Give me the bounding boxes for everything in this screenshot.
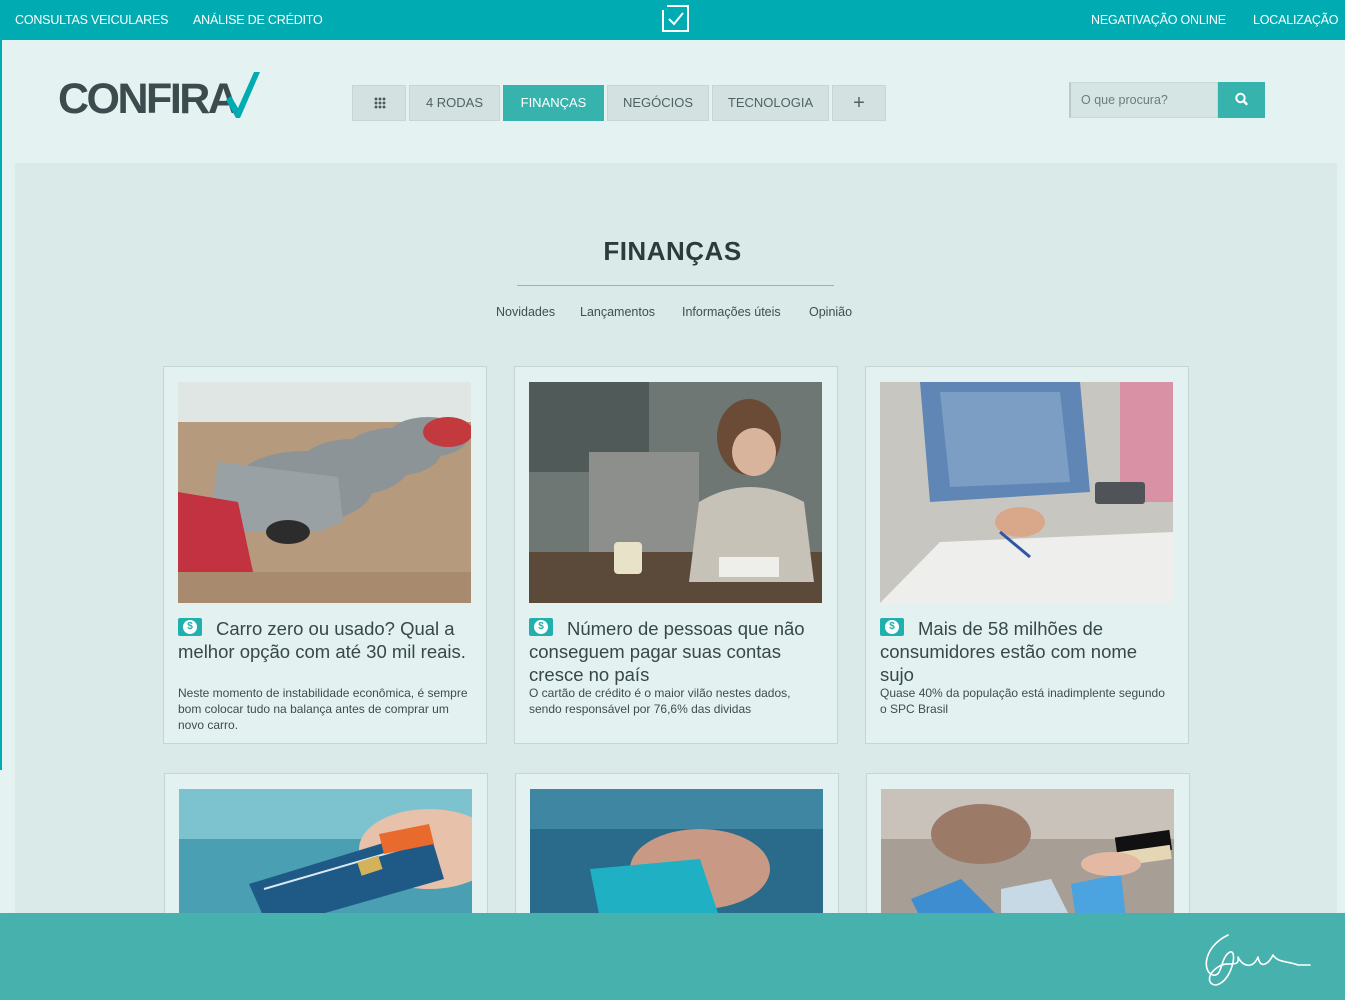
section-title: FINANÇAS <box>603 236 742 266</box>
left-accent-line <box>0 40 2 770</box>
article-card[interactable]: $ Número de pessoas que não conseguem pa… <box>514 366 838 744</box>
article-card[interactable]: $ Carro zero ou usado? Qual a melhor opç… <box>163 366 487 744</box>
shopping-bags-card-photo[interactable] <box>881 789 1174 919</box>
article-card[interactable] <box>866 773 1190 933</box>
stressed-woman-bills-photo[interactable] <box>529 382 822 603</box>
article-card[interactable] <box>164 773 488 933</box>
subnav-informacoes-uteis[interactable]: Informações úteis <box>682 305 781 319</box>
grid-menu-icon <box>374 97 386 109</box>
credit-card-hand-photo[interactable] <box>179 789 472 919</box>
card-payment-photo[interactable] <box>530 789 823 919</box>
title-divider <box>517 285 834 286</box>
article-description: Neste momento de instabilidade econômica… <box>178 686 468 732</box>
search-input[interactable] <box>1069 82 1218 118</box>
subnav-novidades[interactable]: Novidades <box>496 305 555 319</box>
article-card[interactable] <box>515 773 839 933</box>
nav-tecnologia[interactable]: TECNOLOGIA <box>712 85 829 121</box>
top-bar: CONSULTAS VEICULARES ANÁLISE DE CRÉDITO … <box>0 0 1345 40</box>
article-title[interactable]: Mais de 58 milhões de consumidores estão… <box>880 617 1170 686</box>
top-link-consultas-veiculares[interactable]: CONSULTAS VEICULARES <box>15 13 168 27</box>
logo-check-mark-icon <box>226 72 260 118</box>
article-title[interactable]: Número de pessoas que não conseguem paga… <box>529 617 819 686</box>
top-link-analise-de-credito[interactable]: ANÁLISE DE CRÉDITO <box>193 13 323 27</box>
nav-negocios[interactable]: NEGÓCIOS <box>607 85 709 121</box>
nav-financas[interactable]: FINANÇAS <box>503 85 604 121</box>
subnav-lancamentos[interactable]: Lançamentos <box>580 305 655 319</box>
confira-logo[interactable]: CONFIRA <box>58 70 263 122</box>
checkbox-logo-icon[interactable] <box>662 5 689 32</box>
search-button[interactable] <box>1218 82 1265 118</box>
top-link-negativacao-online[interactable]: NEGATIVAÇÃO ONLINE <box>1091 13 1226 27</box>
article-description: O cartão de crédito é o maior vilão nest… <box>529 686 791 716</box>
signature-logo-icon[interactable] <box>1198 927 1313 989</box>
nav-more-button[interactable]: + <box>832 85 886 121</box>
subnav-opiniao[interactable]: Opinião <box>809 305 852 319</box>
plus-icon: + <box>853 92 865 114</box>
article-title[interactable]: Carro zero ou usado? Qual a melhor opção… <box>178 617 468 663</box>
nav-4-rodas[interactable]: 4 RODAS <box>409 85 500 121</box>
couple-calculator-bills-photo[interactable] <box>880 382 1173 603</box>
article-card[interactable]: $ Mais de 58 milhões de consumidores est… <box>865 366 1189 744</box>
footer <box>0 913 1345 1000</box>
article-description: Quase 40% da população está inadimplente… <box>880 686 1165 716</box>
search-icon <box>1235 92 1248 106</box>
top-link-localizacao[interactable]: LOCALIZAÇÃO <box>1253 13 1339 27</box>
logo-text: CONFIRA <box>58 75 239 123</box>
nav-grid-menu-button[interactable] <box>352 85 406 121</box>
parked-cars-photo[interactable] <box>178 382 471 603</box>
